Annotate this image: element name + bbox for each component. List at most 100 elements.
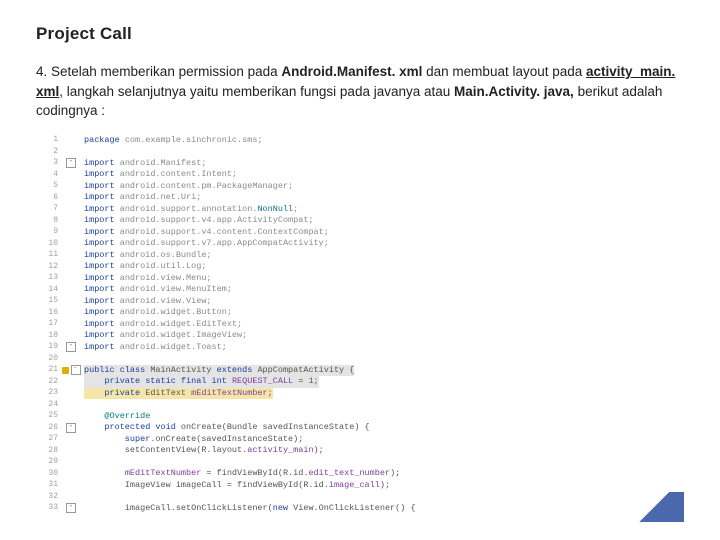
code-text: package com.example.sinchronic.sms; bbox=[84, 135, 263, 146]
code-line: 7 import android.support.annotation.NonNu… bbox=[40, 204, 684, 216]
code-text: import android.view.View; bbox=[84, 296, 212, 307]
code-line: 4 import android.content.Intent; bbox=[40, 169, 684, 181]
line-number: 5 bbox=[40, 181, 58, 192]
code-line: 23 private EditText mEditTextNumber; bbox=[40, 388, 684, 400]
code-text: import android.view.Menu; bbox=[84, 273, 212, 284]
slide-corner-decoration bbox=[624, 492, 684, 522]
gutter: - bbox=[58, 423, 84, 433]
code-line: 11 import android.os.Bundle; bbox=[40, 250, 684, 262]
code-line: 19-import android.widget.Toast; bbox=[40, 342, 684, 354]
line-number: 19 bbox=[40, 342, 58, 353]
code-line: 22 private static final int REQUEST_CALL… bbox=[40, 376, 684, 388]
fold-icon: - bbox=[71, 365, 81, 375]
code-line: 29 bbox=[40, 457, 684, 469]
text-bold: Android.Manifest. xml bbox=[281, 64, 422, 79]
code-screenshot: 1package com.example.sinchronic.sms;23-i… bbox=[36, 135, 684, 515]
code-text: ImageView imageCall = findViewById(R.id.… bbox=[84, 480, 390, 491]
code-text: import android.Manifest; bbox=[84, 158, 206, 169]
line-number: 7 bbox=[40, 204, 58, 215]
line-number: 15 bbox=[40, 296, 58, 307]
code-text: private static final int REQUEST_CALL = … bbox=[84, 376, 319, 387]
text-bold: Main.Activity. java, bbox=[454, 84, 574, 99]
code-text: import android.view.MenuItem; bbox=[84, 284, 232, 295]
fold-icon: - bbox=[66, 423, 76, 433]
code-text: import android.support.annotation.NonNul… bbox=[84, 204, 298, 215]
line-number: 27 bbox=[40, 434, 58, 445]
code-line: 16 import android.widget.Button; bbox=[40, 307, 684, 319]
code-line: 21 -public class MainActivity extends App… bbox=[40, 365, 684, 377]
line-number: 21 bbox=[40, 365, 58, 376]
line-number: 20 bbox=[40, 354, 58, 365]
line-number: 13 bbox=[40, 273, 58, 284]
code-line: 1 package com.example.sinchronic.sms; bbox=[40, 135, 684, 147]
code-line: 14 import android.view.MenuItem; bbox=[40, 284, 684, 296]
code-line: 18 import android.widget.ImageView; bbox=[40, 330, 684, 342]
code-text: imageCall.setOnClickListener(new View.On… bbox=[84, 503, 416, 514]
line-number: 4 bbox=[40, 170, 58, 181]
code-text: public class MainActivity extends AppCom… bbox=[84, 365, 354, 376]
line-number: 17 bbox=[40, 319, 58, 330]
code-line: 5 import android.content.pm.PackageManage… bbox=[40, 181, 684, 193]
fold-icon: - bbox=[66, 503, 76, 513]
line-number: 31 bbox=[40, 480, 58, 491]
page-title: Project Call bbox=[36, 24, 684, 44]
code-line: 28 setContentView(R.layout.activity_main… bbox=[40, 445, 684, 457]
code-line: 31 ImageView imageCall = findViewById(R.… bbox=[40, 480, 684, 492]
text: dan membuat layout pada bbox=[422, 64, 586, 79]
code-line: 17 import android.widget.EditText; bbox=[40, 319, 684, 331]
line-number: 6 bbox=[40, 193, 58, 204]
code-line: 6import android.net.Uri; bbox=[40, 192, 684, 204]
code-text: import android.widget.Toast; bbox=[84, 342, 227, 353]
code-line: 24 bbox=[40, 399, 684, 411]
code-line: 8 import android.support.v4.app.ActivityC… bbox=[40, 215, 684, 227]
line-number: 22 bbox=[40, 377, 58, 388]
code-text: super.onCreate(savedInstanceState); bbox=[84, 434, 303, 445]
code-text: import android.support.v4.content.Contex… bbox=[84, 227, 329, 238]
code-text: import android.widget.EditText; bbox=[84, 319, 242, 330]
code-line: 15 import android.view.View; bbox=[40, 296, 684, 308]
code-text: protected void onCreate(Bundle savedInst… bbox=[84, 422, 370, 433]
line-number: 16 bbox=[40, 308, 58, 319]
line-number: 23 bbox=[40, 388, 58, 399]
code-line: 3-import android.Manifest; bbox=[40, 158, 684, 170]
line-number: 12 bbox=[40, 262, 58, 273]
line-number: 32 bbox=[40, 492, 58, 503]
line-number: 10 bbox=[40, 239, 58, 250]
fold-icon: - bbox=[66, 342, 76, 352]
line-number: 1 bbox=[40, 135, 58, 146]
code-text: import android.content.Intent; bbox=[84, 169, 237, 180]
text: 4. Setelah memberikan permission pada bbox=[36, 64, 281, 79]
fold-icon: - bbox=[66, 158, 76, 168]
code-text: import android.support.v4.app.ActivityCo… bbox=[84, 215, 314, 226]
code-text: import android.os.Bundle; bbox=[84, 250, 212, 261]
line-number: 2 bbox=[40, 147, 58, 158]
code-line: 10import android.support.v7.app.AppCompa… bbox=[40, 238, 684, 250]
line-number: 14 bbox=[40, 285, 58, 296]
code-text: setContentView(R.layout.activity_main); bbox=[84, 445, 324, 456]
gutter: - bbox=[58, 342, 84, 352]
code-line: 12import android.util.Log; bbox=[40, 261, 684, 273]
line-number: 18 bbox=[40, 331, 58, 342]
code-text: mEditTextNumber = findViewById(R.id.edit… bbox=[84, 468, 400, 479]
code-text: import android.widget.Button; bbox=[84, 307, 232, 318]
line-number: 25 bbox=[40, 411, 58, 422]
code-line: 25 @Override bbox=[40, 411, 684, 423]
instruction-paragraph: 4. Setelah memberikan permission pada An… bbox=[36, 62, 684, 121]
code-text: private EditText mEditTextNumber; bbox=[84, 388, 273, 399]
text: , langkah selanjutnya yaitu memberikan f… bbox=[59, 84, 454, 99]
gutter: - bbox=[58, 365, 84, 375]
line-number: 30 bbox=[40, 469, 58, 480]
line-number: 33 bbox=[40, 503, 58, 514]
code-text: @Override bbox=[84, 411, 150, 422]
code-line: 30 mEditTextNumber = findViewById(R.id.e… bbox=[40, 468, 684, 480]
code-line: 9import android.support.v4.content.Conte… bbox=[40, 227, 684, 239]
code-line: 33- imageCall.setOnClickListener(new Vie… bbox=[40, 503, 684, 515]
gutter: - bbox=[58, 503, 84, 513]
line-number: 3 bbox=[40, 158, 58, 169]
gutter: - bbox=[58, 158, 84, 168]
code-line: 27 super.onCreate(savedInstanceState); bbox=[40, 434, 684, 446]
code-text: import android.widget.ImageView; bbox=[84, 330, 247, 341]
line-number: 8 bbox=[40, 216, 58, 227]
code-text: import android.content.pm.PackageManager… bbox=[84, 181, 293, 192]
line-number: 11 bbox=[40, 250, 58, 261]
